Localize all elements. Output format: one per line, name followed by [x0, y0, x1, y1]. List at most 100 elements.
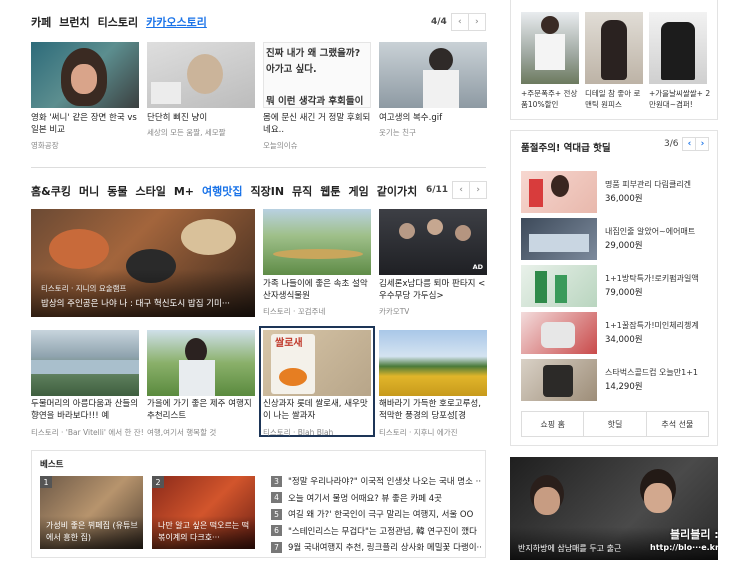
video-thumbnail[interactable]: 반지하방에 삼남매를 두고 출근 블리블리 :) http://blo···e.…: [510, 457, 718, 560]
rank-title: 오늘 여기서 물멍 어때요? 뷰 좋은 카페 4곳: [288, 493, 442, 504]
prev-button[interactable]: ‹: [452, 181, 471, 199]
thumbnail-drama[interactable]: AD: [379, 209, 487, 275]
tab-style[interactable]: 스타일: [135, 183, 165, 199]
product-price: 14,290원: [605, 382, 643, 392]
sidebar-fashion-box: +주문폭주+ 전상품10%할인 디테일 참 좋아 로맨틱 원피스 +가을날씨쌀쌀…: [510, 0, 718, 120]
card-title[interactable]: 신상과자 롯데 쌀로새, 새우맛이 나는 쌀과자: [263, 398, 371, 424]
best-thumbnail-tteokbokki[interactable]: 2 나만 알고 싶은 떡오르는 떡볶이계의 다크호···: [152, 476, 255, 549]
thumbnail-jeju[interactable]: [147, 330, 255, 396]
card-source: 웃기는 친구: [379, 128, 416, 137]
card-title[interactable]: 가을에 가기 좋은 제주 여행지 추천리스트: [147, 398, 255, 424]
hotdeal-item[interactable]: 1+1방탁특가!로키펌과일액 79,000원: [521, 265, 711, 307]
tab-shopping-home[interactable]: 쇼핑 홈: [522, 412, 585, 436]
tab-home-cooking[interactable]: 홈&쿠킹: [31, 183, 71, 199]
card-source: 여행,여기서 행복할 것: [147, 428, 217, 437]
card-title[interactable]: 가족 나들이에 좋은 속초 설악산자생식물원: [263, 278, 371, 304]
tab-game[interactable]: 게임: [349, 183, 369, 199]
thumbnail-cat[interactable]: [147, 42, 255, 108]
card-source: 카카오TV: [379, 307, 410, 316]
hotdeal-item[interactable]: 1+1꿀잠특가!미인체리쳉계 34,000원: [521, 312, 711, 354]
rank-number: 6: [271, 525, 282, 537]
tab-together[interactable]: 같이가치: [377, 183, 417, 199]
thumbnail-sunny[interactable]: [31, 42, 139, 108]
card-source: 세상의 모든 움짤, 세모짤: [147, 128, 226, 137]
card-title[interactable]: 두물머리의 아름다움과 산들의 향연을 바라보다!!! 예: [31, 398, 139, 424]
section-divider: [31, 167, 486, 168]
product-thumbnail: [521, 265, 597, 307]
product-price: 36,000원: [605, 194, 643, 204]
tab-travel-food[interactable]: 여행맛집: [202, 183, 242, 199]
next-button[interactable]: ›: [467, 13, 486, 31]
rank-title: "정말 우리나라야?" 이국적 인생샷 나오는 국내 명소 ···: [288, 477, 481, 488]
card-title[interactable]: 김세론x남다름 퇴마 판타지 <우수무당 가두심>: [379, 278, 487, 304]
card-title[interactable]: 몸에 문신 새긴 거 정말 후회되네요..: [263, 112, 371, 138]
prev-button[interactable]: ‹: [450, 13, 469, 31]
tab-chuseok-gift[interactable]: 추석 선물: [647, 412, 708, 436]
tab-webtoon[interactable]: 웹툰: [320, 183, 340, 199]
tab-brunch[interactable]: 브런치: [59, 14, 89, 30]
card-title[interactable]: 여고생의 복수.gif: [379, 112, 487, 124]
product-name: 1+1방탁특가!로키펌과일액: [605, 274, 699, 283]
thumbnail-river[interactable]: [31, 330, 139, 396]
list-item[interactable]: 3 "정말 우리나라야?" 이국적 인생샷 나오는 국내 명소 ···: [271, 473, 481, 490]
product-name: 1+1꿀잠특가!미인체리쳉계: [605, 321, 699, 330]
best-thumbnail-buffet[interactable]: 1 가성비 좋은 뷔페집 (유튜브에서 흥한 집): [40, 476, 143, 549]
list-item[interactable]: 6 "스테인리스는 무겁다"는 고정관념, 韓 연구진이 깼다: [271, 523, 481, 540]
hotdeal-tabs: 쇼핑 홈 핫딜 추석 선물: [521, 411, 709, 437]
product-name: 내집인줄 알았어~에어매트: [605, 227, 696, 236]
thumbnail-snack[interactable]: 쌀로새: [263, 330, 371, 396]
rank-title: 9월 국내여행지 추천, 링크플리 상사화 메밀꽃 다랭이···: [288, 543, 481, 554]
card-title[interactable]: 영화 '써니' 같은 장면 한국 vs 일본 비교: [31, 112, 139, 138]
list-item[interactable]: 4 오늘 여기서 물멍 어때요? 뷰 좋은 카페 4곳: [271, 490, 481, 507]
card-title[interactable]: 해바라기 가득한 호로고루성, 적막한 풍경의 당포성[경: [379, 398, 487, 424]
fashion-thumbnail[interactable]: [521, 12, 579, 84]
card-source: 티스토리 · 꼬검주네: [263, 307, 326, 316]
tab-music[interactable]: 뮤직: [292, 183, 312, 199]
fashion-thumbnail[interactable]: [585, 12, 643, 84]
list-item[interactable]: 5 여길 왜 가?' 한국인이 극구 말리는 여행지, 서울 OO: [271, 506, 481, 523]
featured-food-thumbnail[interactable]: 티스토리 · 지니의 요술램프 밥상의 주인공은 나야 나 : 대구 혁신도시 …: [31, 209, 255, 317]
thumb-text: 진짜 내가 왜 그랬을까?: [266, 48, 361, 59]
prev-button[interactable]: ‹: [682, 137, 697, 151]
rank-number: 5: [271, 508, 282, 520]
thumbnail-sunflower[interactable]: [379, 330, 487, 396]
card-title[interactable]: 단단히 삐진 냥이: [147, 112, 255, 124]
tab-mplus[interactable]: M+: [174, 185, 194, 198]
rank-number: 7: [271, 541, 282, 553]
fashion-thumbnail[interactable]: [649, 12, 707, 84]
tab-tistory[interactable]: 티스토리: [98, 14, 138, 30]
snack-package-text: 쌀로새: [275, 338, 303, 349]
fashion-caption[interactable]: 디테일 참 좋아 로맨틱 원피스: [585, 88, 645, 110]
thumbnail-tattoo[interactable]: 진짜 내가 왜 그랬을까? 아가고 싶다. 뭐 이런 생각과 후회들이: [263, 42, 371, 108]
ad-badge: AD: [472, 263, 483, 271]
next-button[interactable]: ›: [469, 181, 488, 199]
next-button[interactable]: ›: [695, 137, 710, 151]
list-item[interactable]: 7 9월 국내여행지 추천, 링크플리 상사화 메밀꽃 다랭이···: [271, 539, 481, 556]
card-source: 오늘의이슈: [263, 141, 298, 150]
hotdeal-item[interactable]: 명품 피부관리 다림클리겐 36,000원: [521, 171, 711, 213]
tab-hotdeal[interactable]: 핫딜: [584, 412, 647, 436]
section2-pager: 6/11 ‹ ›: [426, 181, 488, 199]
rank-number: 4: [271, 492, 282, 504]
featured-source: 티스토리 · 지니의 요술램프: [41, 284, 127, 293]
product-thumbnail: [521, 218, 597, 260]
tab-work[interactable]: 직장IN: [250, 183, 284, 199]
fashion-caption[interactable]: +가을날씨쌀쌀+ 2만원대~겸퍼!: [649, 88, 711, 110]
sidebar-hotdeal-box: 품절주의! 역대급 핫딜 3/6 ‹ › 명품 피부관리 다림클리겐 36,00…: [510, 130, 718, 446]
tab-cafe[interactable]: 카페: [31, 14, 51, 30]
thumbnail-garden[interactable]: [263, 209, 371, 275]
hotdeal-item[interactable]: 내집인줄 알았어~에어매트 29,000원: [521, 218, 711, 260]
product-price: 79,000원: [605, 288, 643, 298]
card-source: 티스토리 · 'Bar Vitelli' 에서 한 잔!: [31, 428, 143, 437]
featured-title: 밥상의 주인공은 나야 나 : 대구 혁신도시 밥집 기미···: [41, 299, 230, 309]
hotdeal-pager: 3/6 ‹ ›: [664, 137, 710, 151]
thumbnail-schoolgirl[interactable]: [379, 42, 487, 108]
fashion-caption[interactable]: +주문폭주+ 전상품10%할인: [521, 88, 581, 110]
tab-money[interactable]: 머니: [79, 183, 99, 199]
blog-watermark-url: http://blo···e.kr: [650, 543, 718, 552]
hotdeal-item[interactable]: 스타벅스콜드컵 오늘만1+1 14,290원: [521, 359, 711, 401]
card-source: 티스토리 · Blah Blah: [263, 428, 334, 437]
product-price: 29,000원: [605, 241, 643, 251]
tab-kakaostory[interactable]: 카카오스토리: [146, 14, 207, 30]
tab-animal[interactable]: 동물: [107, 183, 127, 199]
